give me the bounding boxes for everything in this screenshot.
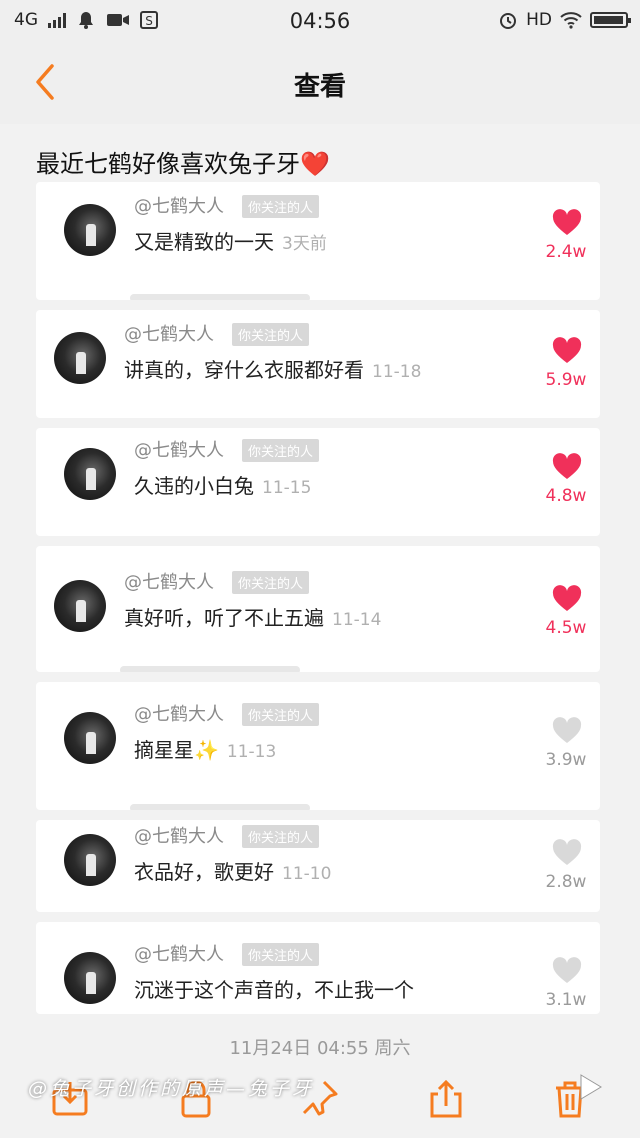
play-icon[interactable] (578, 1072, 604, 1102)
comment-text: 又是精致的一天 3天前 (134, 226, 327, 255)
page-title: 查看 (293, 72, 346, 102)
comment-text: 沉迷于这个声音的，不止我一个 (134, 974, 414, 1003)
avatar[interactable] (64, 712, 116, 764)
comment-card[interactable]: @七鹤大人 你关注的人真好听，听了不止五遍 11-14 4.5w (36, 546, 600, 672)
heart-icon[interactable] (552, 717, 582, 745)
comment-card[interactable]: @七鹤大人 你关注的人沉迷于这个声音的，不止我一个 3.1w (36, 922, 600, 1014)
share-icon (430, 1079, 462, 1118)
comment-body: 久违的小白兔 (134, 474, 254, 498)
heart-emoji: ❤️ (300, 150, 330, 178)
comment-card[interactable]: @七鹤大人 你关注的人衣品好，歌更好 11-10 2.8w (36, 820, 600, 912)
like-count: 4.8w (545, 486, 587, 506)
follow-badge: 你关注的人 (242, 825, 320, 848)
comment-body: 又是精致的一天 (134, 230, 274, 254)
heart-icon[interactable] (552, 839, 582, 867)
avatar[interactable] (54, 580, 106, 632)
avatar[interactable] (54, 332, 106, 384)
comment-date: 11-14 (332, 610, 382, 630)
comment-date: 11-10 (282, 864, 332, 884)
wifi-icon (560, 12, 582, 29)
heart-icon[interactable] (552, 453, 582, 481)
comment-date: 3天前 (282, 234, 327, 254)
comment-username[interactable]: @七鹤大人 (134, 940, 224, 966)
share-button[interactable] (424, 1076, 468, 1120)
like-count: 2.8w (545, 872, 587, 892)
reply-preview (130, 804, 310, 810)
heart-icon[interactable] (552, 209, 582, 237)
follow-badge: 你关注的人 (242, 195, 320, 218)
status-bar: 4G S 04:56 HD (0, 0, 640, 42)
like-count: 3.9w (545, 750, 587, 770)
comment-card[interactable]: @七鹤大人 你关注的人 摘星星✨ 11-13 3.9w (36, 682, 600, 810)
reply-preview (130, 294, 310, 300)
follow-badge: 你关注的人 (232, 323, 310, 346)
comment-body: 真好听，听了不止五遍 (124, 606, 324, 630)
heart-icon[interactable] (552, 337, 582, 365)
comment-text: 真好听，听了不止五遍 11-14 (124, 602, 381, 631)
comment-date: 11-13 (226, 742, 277, 762)
comment-body: 摘星星✨ (134, 738, 219, 762)
headline: 最近七鹤好像喜欢兔子牙❤️ (36, 144, 330, 179)
comment-body: 沉迷于这个声音的，不止我一个 (134, 978, 414, 1002)
comment-username[interactable]: @七鹤大人 (134, 822, 224, 848)
hd-label: HD (526, 10, 552, 30)
comment-username[interactable]: @七鹤大人 (124, 320, 214, 346)
comment-body: 衣品好，歌更好 (134, 860, 274, 884)
follow-badge: 你关注的人 (242, 943, 320, 966)
follow-badge: 你关注的人 (232, 571, 310, 594)
comment-text: 衣品好，歌更好 11-10 (134, 856, 331, 885)
comment-card[interactable]: @七鹤大人 你关注的人久违的小白兔 11-15 4.8w (36, 428, 600, 536)
like-count: 4.5w (545, 618, 587, 638)
comment-text: 讲真的，穿什么衣服都好看 11-18 (124, 354, 421, 383)
follow-badge: 你关注的人 (242, 439, 320, 462)
comment-username[interactable]: @七鹤大人 (134, 192, 224, 218)
comment-text: 摘星星✨ 11-13 (134, 734, 276, 763)
comment-username[interactable]: @七鹤大人 (134, 436, 224, 462)
headline-text: 最近七鹤好像喜欢兔子牙 (36, 150, 300, 178)
comment-username[interactable]: @七鹤大人 (124, 568, 214, 594)
comment-date: 11-15 (262, 478, 312, 498)
heart-icon[interactable] (552, 957, 582, 985)
video-watermark: @兔子牙创作的原声—兔子牙 (28, 1078, 315, 1100)
avatar[interactable] (64, 448, 116, 500)
comment-card[interactable]: @七鹤大人 你关注的人讲真的，穿什么衣服都好看 11-18 5.9w (36, 310, 600, 418)
comment-username[interactable]: @七鹤大人 (134, 700, 224, 726)
nav-bar: 查看 (0, 42, 640, 125)
avatar[interactable] (64, 834, 116, 886)
comment-date: 11-18 (372, 362, 422, 382)
comment-card[interactable]: @七鹤大人 你关注的人又是精致的一天 3天前 2.4w (36, 182, 600, 300)
battery-icon (590, 12, 631, 28)
reply-preview (120, 666, 300, 672)
like-count: 5.9w (545, 370, 587, 390)
like-count: 3.1w (545, 990, 587, 1010)
avatar[interactable] (64, 952, 116, 1004)
footer-date: 11月24日 04:55 周六 (229, 1038, 411, 1059)
alarm-icon (500, 13, 517, 29)
comment-body: 讲真的，穿什么衣服都好看 (124, 358, 364, 382)
comment-text: 久违的小白兔 11-15 (134, 470, 311, 499)
follow-badge: 你关注的人 (242, 703, 320, 726)
heart-icon[interactable] (552, 585, 582, 613)
avatar[interactable] (64, 204, 116, 256)
like-count: 2.4w (545, 242, 587, 262)
